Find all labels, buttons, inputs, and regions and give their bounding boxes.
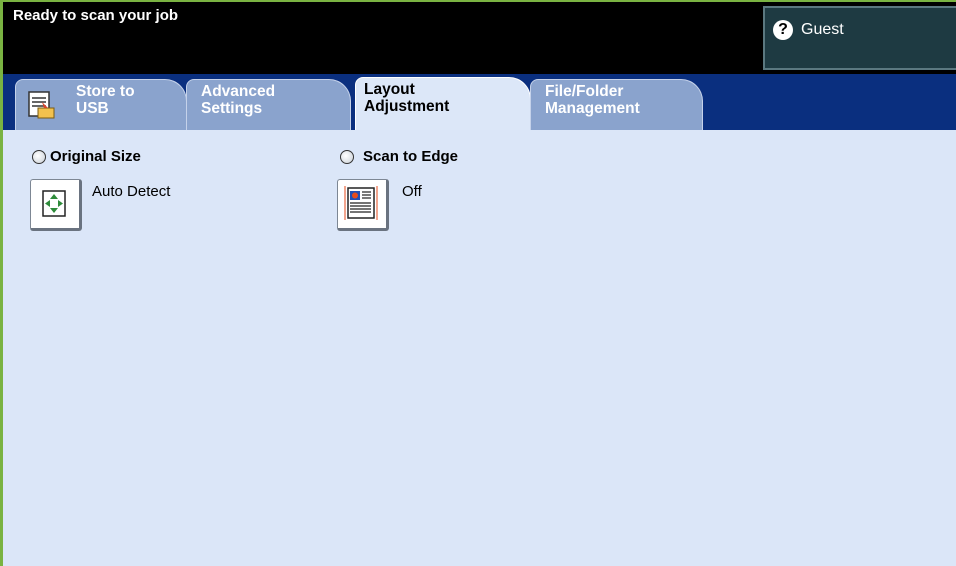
original-size-value: Auto Detect (92, 183, 171, 200)
tab-label: Store to USB (76, 83, 135, 117)
tab-store-to-usb[interactable]: Store to USB (15, 79, 187, 130)
scan-to-edge-title: Scan to Edge (363, 148, 459, 165)
status-message: Ready to scan your job (13, 7, 179, 24)
tab-label: Layout Adjustment (364, 81, 450, 115)
header-bar: Ready to scan your job ? Guest (3, 2, 956, 74)
scan-to-edge-radio[interactable] (340, 150, 354, 164)
tab-file-folder-management[interactable]: File/Folder Management (530, 79, 703, 130)
tab-advanced-settings[interactable]: Advanced Settings (186, 79, 351, 130)
tab-layout-adjustment[interactable]: Layout Adjustment (355, 77, 531, 130)
auto-detect-icon (42, 190, 66, 217)
scan-to-edge-value: Off (402, 183, 422, 200)
original-size-button[interactable] (30, 179, 82, 231)
original-size-title: Original Size (50, 148, 141, 165)
device-frame: Ready to scan your job ? Guest Store to … (0, 0, 956, 566)
tab-label: Advanced Settings (201, 83, 276, 117)
scan-to-edge-button[interactable] (337, 179, 389, 231)
scan-to-edge-icon (344, 186, 378, 220)
guest-button[interactable]: ? Guest (763, 6, 956, 70)
tab-bar: Store to USB Advanced Settings Layout Ad… (3, 74, 956, 130)
guest-label: Guest (801, 21, 844, 38)
tab-label: File/Folder Management (545, 83, 640, 117)
original-size-radio[interactable] (32, 150, 46, 164)
content-panel: Original Size Auto Detect Scan to Edge O… (3, 130, 956, 566)
usb-store-icon (28, 91, 55, 119)
help-key-icon: ? (773, 20, 793, 40)
